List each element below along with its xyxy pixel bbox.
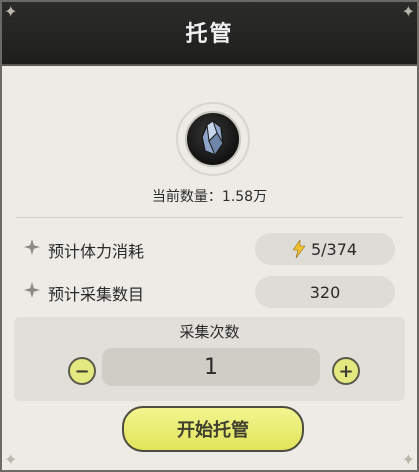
stat-row-collect: 预计采集数目 320 xyxy=(24,276,395,310)
current-quantity: 当前数量：1.58万 xyxy=(151,189,268,205)
corner-ornament-icon: ✦ xyxy=(401,2,415,21)
collect-count-title: 采集次数 xyxy=(179,323,240,341)
stat-value-stamina: 5/374 xyxy=(255,233,395,265)
stamina-value: 5/374 xyxy=(310,239,358,259)
stat-value-collect: 320 xyxy=(255,276,395,308)
plus-icon: + xyxy=(338,360,354,382)
stat-row-stamina: 预计体力消耗 5/374 xyxy=(24,233,395,267)
dialog-title: 托管 xyxy=(185,22,234,47)
collect-count-field[interactable]: 1 xyxy=(102,348,320,386)
corner-ornament-icon: ✦ xyxy=(4,450,18,469)
sparkle-icon xyxy=(24,239,40,255)
collect-value: 320 xyxy=(309,282,341,302)
collect-count-value: 1 xyxy=(204,354,218,380)
decrement-button[interactable]: − xyxy=(68,357,96,385)
divider xyxy=(16,217,403,218)
minus-icon: − xyxy=(74,360,90,382)
lightning-bolt-icon xyxy=(292,240,305,258)
crystal-ore-icon xyxy=(185,111,241,167)
resource-display xyxy=(157,102,265,186)
collect-count-panel: 采集次数 − 1 + xyxy=(14,317,405,401)
stat-label-stamina: 预计体力消耗 xyxy=(48,242,145,261)
corner-ornament-icon: ✦ xyxy=(401,450,415,469)
dialog-header: 托管 xyxy=(2,2,417,66)
start-hosting-button[interactable]: 开始托管 xyxy=(122,406,304,452)
corner-ornament-icon: ✦ xyxy=(4,2,18,21)
stat-label-collect: 预计采集数目 xyxy=(48,285,145,304)
sparkle-icon xyxy=(24,282,40,298)
increment-button[interactable]: + xyxy=(332,357,360,385)
hosting-dialog: 托管 ✦ ✦ ✦ ✦ 当前数量：1.58万 预计体力消耗 5/374 预计采集数… xyxy=(0,0,419,472)
